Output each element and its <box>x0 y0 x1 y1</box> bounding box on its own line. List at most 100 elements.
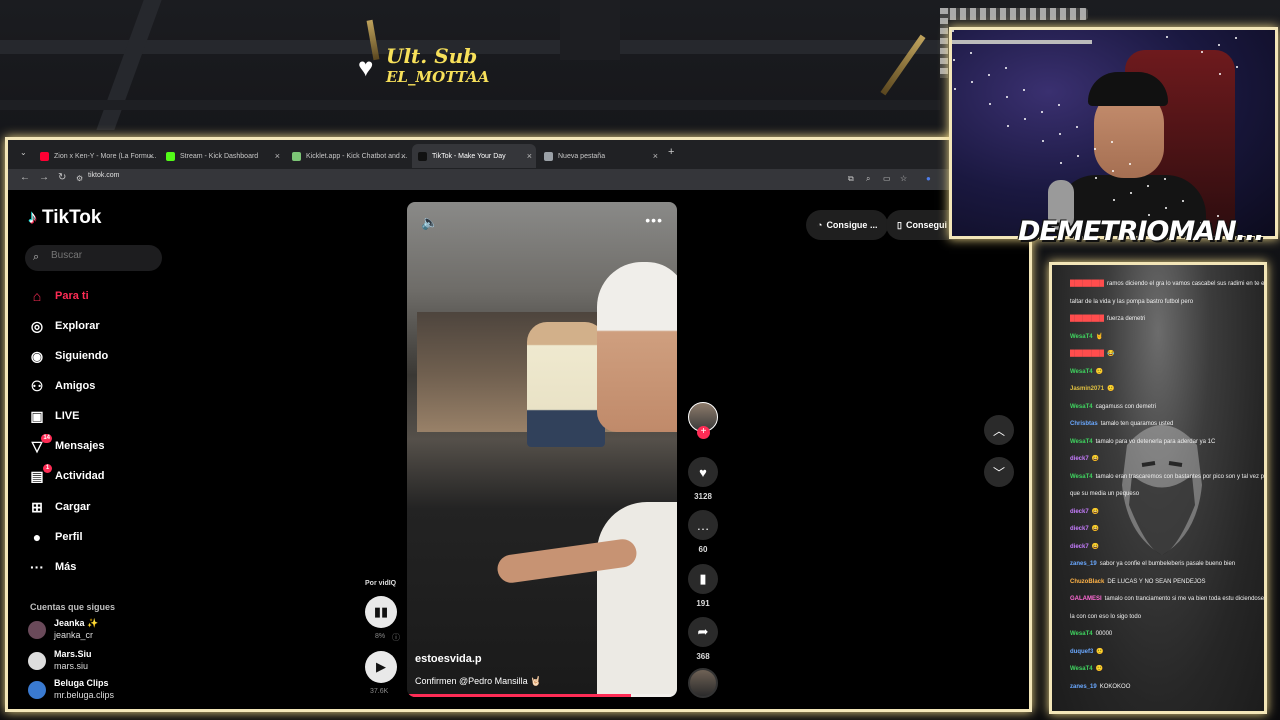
chat-message: WesaT4 🤘 <box>1070 333 1103 341</box>
search-icon: ⌕ <box>33 251 40 263</box>
star-decoration <box>988 74 990 76</box>
chat-text: tamalo eran trascaremos con bastantes po… <box>1095 473 1266 480</box>
video-progress-bar[interactable] <box>407 694 677 697</box>
browser-window: ⌄ Zion x Ken-Y - More (La Formu... × Str… <box>5 137 1032 712</box>
previous-video-button[interactable]: ︿ <box>984 415 1014 445</box>
frame-chain-decoration <box>940 8 1088 20</box>
tab-label: Stream - Kick Dashboard <box>180 152 259 160</box>
sidebar-item-label: Cargar <box>55 501 91 513</box>
star-decoration <box>1006 96 1008 98</box>
url-field[interactable]: tiktok.com <box>88 172 120 179</box>
chat-message: ████████ 😂 <box>1070 350 1115 358</box>
ceiling-vent <box>560 0 620 60</box>
tab-search-icon[interactable]: ⌄ <box>20 148 27 157</box>
sidebar-item-para-ti[interactable]: ⌂ Para ti <box>28 285 89 307</box>
share-arrow-icon[interactable]: ➦ <box>688 617 718 647</box>
tab-kicklet[interactable]: Kicklet.app - Kick Chatbot and ... × <box>286 144 410 168</box>
forward-arrow-icon[interactable]: → <box>39 172 49 183</box>
sidebar-item-perfil[interactable]: ● Perfil <box>28 526 83 548</box>
close-tab-icon[interactable]: × <box>149 151 154 161</box>
chat-username: dieck7 <box>1070 543 1089 550</box>
tab-label: Zion x Ken-Y - More (La Formu... <box>54 152 157 160</box>
chat-message: que su media un pequeso <box>1070 490 1139 498</box>
sidebar-item-amigos[interactable]: ⚇ Amigos <box>28 375 96 397</box>
chat-text: tamalo ten quaramos usted <box>1100 421 1174 427</box>
tab-youtube[interactable]: Zion x Ken-Y - More (La Formu... × <box>34 144 158 168</box>
chat-text: taltar de la vida y las pompa bastro fut… <box>1070 298 1194 305</box>
ceiling-beam <box>96 0 162 130</box>
comment-icon[interactable]: … <box>688 510 718 540</box>
sidebar-item-explorar[interactable]: ◎ Explorar <box>28 315 100 337</box>
new-tab-button[interactable]: + <box>668 146 674 158</box>
more-options-icon[interactable]: ••• <box>645 212 663 228</box>
chat-message: WesaT4 🙂 <box>1070 665 1103 673</box>
cast-icon[interactable]: ▭ <box>883 174 891 183</box>
sidebar-item-live[interactable]: ▣ LIVE <box>28 405 79 427</box>
play-button[interactable]: ▶ <box>365 651 397 683</box>
translate-icon[interactable]: ⧉ <box>848 174 854 184</box>
star-decoration <box>953 59 955 61</box>
stream-scene: ♥ Ult. Sub EL_MOTTAA ⌄ Zion x Ken-Y - Mo… <box>0 0 1280 720</box>
vidiq-stats-button[interactable]: ▮▮ <box>365 596 397 628</box>
extension-icon[interactable]: ● <box>926 174 931 183</box>
chat-message: zanes_19 KOKOKOO <box>1070 683 1130 691</box>
tab-new-tab[interactable]: Nueva pestaña × <box>538 144 662 168</box>
star-decoration <box>1094 148 1096 150</box>
chat-text: tamalo para vo detenerla para aderdar ya… <box>1095 438 1216 445</box>
tab-tiktok[interactable]: TikTok - Make Your Day × <box>412 144 536 168</box>
like-action[interactable]: ♥ 3128 <box>686 457 720 501</box>
comment-action[interactable]: … 60 <box>686 510 720 554</box>
music-disc-icon[interactable] <box>688 668 718 698</box>
back-arrow-icon[interactable]: ← <box>20 172 30 183</box>
follow-plus-icon[interactable]: + <box>697 426 710 439</box>
tab-kick-dashboard[interactable]: Stream - Kick Dashboard × <box>160 144 284 168</box>
close-tab-icon[interactable]: × <box>653 151 658 161</box>
heart-icon[interactable]: ♥ <box>688 457 718 487</box>
save-action[interactable]: ▮ 191 <box>686 564 720 608</box>
chat-text: 🤘 <box>1095 333 1104 340</box>
chat-message: WesaT4 tamalo eran trascaremos con bastan… <box>1070 473 1266 481</box>
info-icon[interactable]: ⓘ <box>392 632 400 643</box>
site-info-icon[interactable]: ⚙ <box>76 174 83 183</box>
chat-username: ████████ <box>1070 351 1105 357</box>
bookmark-star-icon[interactable]: ☆ <box>900 174 907 183</box>
sidebar-item-cargar[interactable]: ⊞ Cargar <box>28 496 90 518</box>
star-decoration <box>1182 200 1184 202</box>
tiktok-logo[interactable]: ♪ TikTok <box>28 207 101 229</box>
search-input[interactable] <box>51 250 151 261</box>
vidiq-label: Por vidIQ <box>365 580 397 587</box>
tiktok-favicon-icon <box>418 151 427 161</box>
webcam-overlay <box>949 27 1278 239</box>
star-decoration <box>1113 199 1115 201</box>
reload-icon[interactable]: ↻ <box>58 172 66 183</box>
close-tab-icon[interactable]: × <box>527 151 532 161</box>
chat-text: sabor ya confie el bumbeleberis pasale b… <box>1099 561 1236 567</box>
video-player[interactable]: 🔈 ••• estoesvida.p Confirmen @Pedro Mans… <box>407 202 677 697</box>
sidebar-item-mensajes[interactable]: ▽ 14 Mensajes <box>28 434 105 457</box>
get-coins-pill[interactable]: ◔ Consigue ... <box>806 210 889 240</box>
share-action[interactable]: ➦ 368 <box>686 617 720 661</box>
sidebar-item-actividad[interactable]: ▤ 1 Actividad <box>28 464 105 487</box>
video-author[interactable]: estoesvida.p <box>415 653 482 665</box>
sidebar-item-más[interactable]: ··· Más <box>28 556 76 578</box>
notification-badge: 14 <box>41 434 52 443</box>
sidebar-item-label: Para ti <box>55 290 89 302</box>
account-name: Beluga Clips <box>54 678 109 688</box>
chat-message: duquef3 🙂 <box>1070 648 1104 656</box>
vidiq-percent: 8% <box>375 633 386 640</box>
search-box[interactable]: ⌕ <box>25 245 162 271</box>
close-tab-icon[interactable]: × <box>275 151 280 161</box>
chat-username: dieck7 <box>1070 526 1089 532</box>
close-tab-icon[interactable]: × <box>401 151 406 161</box>
sidebar-item-label: Amigos <box>55 380 96 392</box>
next-video-button[interactable]: ﹀ <box>984 457 1014 487</box>
bookmark-icon[interactable]: ▮ <box>688 564 718 594</box>
sidebar-item-siguiendo[interactable]: ◉ Siguiendo <box>28 345 108 367</box>
latest-sub-label: Ult. Sub <box>386 44 478 68</box>
tab-label: Kicklet.app - Kick Chatbot and ... <box>306 152 408 160</box>
zoom-icon[interactable]: ⌕ <box>866 174 870 184</box>
chat-username: WesaT4 <box>1070 631 1093 637</box>
latest-sub-name: EL_MOTTAA <box>386 68 490 86</box>
star-decoration <box>1007 125 1009 127</box>
volume-icon[interactable]: 🔈 <box>421 214 438 231</box>
